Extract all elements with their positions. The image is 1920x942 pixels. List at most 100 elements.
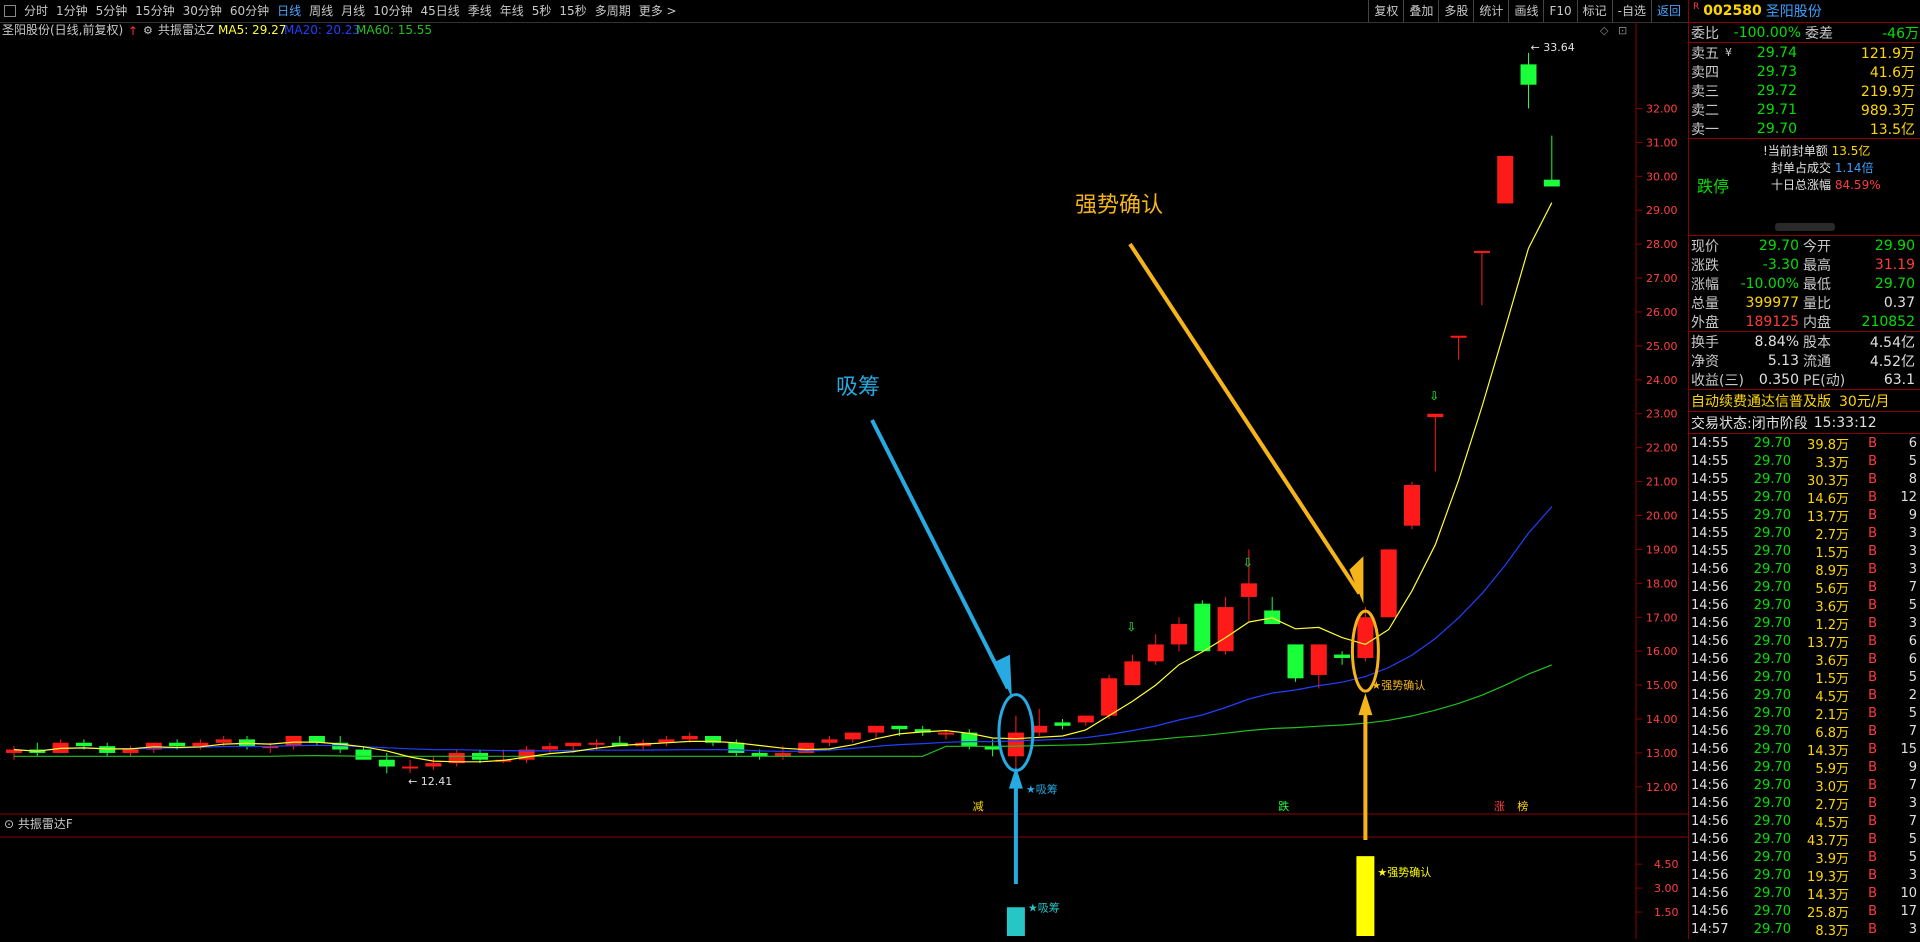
gear-icon[interactable]: ⚙ [143, 24, 153, 37]
tick-count: 7 [1908, 813, 1917, 829]
sub-indicator-name[interactable]: ⊙ 共振雷达F [4, 817, 73, 831]
period-tabs: 分时 1分钟 5分钟 15分钟 30分钟 60分钟 日线 周线 月线 10分钟 45日线 季线 年线 5秒… [20, 0, 681, 22]
sell-level-2[interactable]: 卖四 29.73 41.6万 [1689, 62, 1920, 81]
marker-jian: 减 [973, 800, 984, 813]
tab-5[interactable]: 60分钟 [226, 0, 273, 22]
tick-time: 14:56 [1691, 741, 1729, 757]
tick-count: 7 [1908, 723, 1917, 739]
tick-side: B [1868, 921, 1877, 937]
toolbar-button-5[interactable]: F10 [1543, 0, 1576, 22]
tab-12[interactable]: 年线 [496, 0, 528, 22]
tab-4[interactable]: 30分钟 [179, 0, 226, 22]
tab-8[interactable]: 月线 [337, 0, 369, 22]
stock-name[interactable]: 圣阳股份 [1766, 1, 1822, 21]
candle-body [541, 746, 558, 750]
stock-code[interactable]: 002580 [1703, 3, 1761, 19]
toolbar-button-0[interactable]: 复权 [1368, 0, 1403, 22]
toolbar-button-6[interactable]: 标记 [1576, 0, 1612, 22]
candle-body [169, 742, 186, 747]
accum-arrowhead [995, 654, 1012, 699]
candle-body [1380, 549, 1397, 618]
quote-value: 29.90 [1874, 237, 1915, 254]
tick-row: 14:55 29.70 13.7万 B 9 [1689, 506, 1920, 525]
tick-side: B [1868, 813, 1877, 829]
candle-body [588, 742, 605, 745]
tick-count: 2 [1908, 687, 1917, 703]
tab-6[interactable]: 日线 [273, 0, 305, 22]
tick-price: 29.70 [1753, 795, 1791, 811]
sell-level-3[interactable]: 卖三 29.72 219.9万 [1689, 81, 1920, 100]
sell-level-4[interactable]: 卖二 29.71 989.3万 [1689, 100, 1920, 119]
tick-volume: 6.8万 [1815, 725, 1849, 741]
sell-price: 29.71 [1756, 101, 1797, 118]
promo-price[interactable]: 30元/月 [1831, 391, 1890, 411]
tab-0[interactable]: 分时 [20, 0, 52, 22]
tab-10[interactable]: 45日线 [416, 0, 463, 22]
toolbar-button-7[interactable]: -自选 [1611, 0, 1651, 22]
tick-time: 14:56 [1691, 597, 1729, 613]
weicha-value: -46万 [1882, 25, 1919, 42]
tab-9[interactable]: 10分钟 [369, 0, 416, 22]
tick-list[interactable]: 14:55 29.70 39.8万 B 6 14:55 29.70 3.3万 B 5 14:55 29… [1689, 434, 1920, 939]
window-icon[interactable]: ⊡ [1618, 24, 1627, 37]
quote-label: 涨跌 [1691, 257, 1719, 274]
toolbar-button-1[interactable]: 叠加 [1403, 0, 1438, 22]
toolbar-button-8[interactable]: 返回 [1650, 0, 1686, 22]
toolbar-button-3[interactable]: 统计 [1473, 0, 1508, 22]
tick-row: 14:56 29.70 25.8万 B 17 [1689, 902, 1920, 921]
tick-row: 14:56 29.70 8.9万 B 3 [1689, 560, 1920, 579]
up-arrow-icon: ↑ [128, 24, 138, 38]
tab-3[interactable]: 15分钟 [131, 0, 178, 22]
tab-15[interactable]: 多周期 [591, 0, 635, 22]
tick-side: B [1868, 651, 1877, 667]
signal-arrow-icon: ⇩ [1429, 389, 1439, 403]
toolbar-button-2[interactable]: 多股 [1438, 0, 1473, 22]
tick-count: 5 [1908, 849, 1917, 865]
tick-volume: 43.7万 [1807, 833, 1849, 849]
promo-row[interactable]: 自动续费通达信普及版 30元/月 [1689, 390, 1920, 412]
tick-price: 29.70 [1753, 867, 1791, 883]
tick-price: 29.70 [1753, 543, 1791, 559]
tick-price: 29.70 [1753, 471, 1791, 487]
ma60-label: MA60: 15.55 [356, 23, 432, 37]
sell-level-5[interactable]: 卖一 29.70 13.5亿 [1689, 119, 1920, 138]
collapse-handle[interactable] [1775, 223, 1835, 231]
candle-body [681, 735, 698, 740]
quote-value: -3.30 [1762, 256, 1799, 273]
toolbar-menu-icon[interactable] [4, 5, 16, 17]
tick-count: 3 [1908, 795, 1917, 811]
tab-14[interactable]: 15秒 [555, 0, 590, 22]
quote-label: 外盘 [1691, 314, 1719, 331]
diamond-icon[interactable]: ◇ [1600, 24, 1609, 37]
ma5-label: MA5: 29.27 [218, 23, 286, 37]
quote-label: 今开 [1803, 238, 1831, 255]
tab-1[interactable]: 1分钟 [52, 0, 92, 22]
tick-volume: 5.6万 [1815, 581, 1849, 597]
tick-price: 29.70 [1753, 489, 1791, 505]
quote-value: 63.1 [1883, 371, 1915, 388]
sell-level-1[interactable]: 卖五 ¥29.74 121.9万 [1689, 43, 1920, 62]
promo-text[interactable]: 自动续费通达信普及版 [1689, 391, 1831, 411]
tick-row: 14:56 29.70 2.7万 B 3 [1689, 794, 1920, 813]
tab-7[interactable]: 周线 [305, 0, 337, 22]
indicator-name[interactable]: 共振雷达Z [158, 23, 214, 37]
tab-2[interactable]: 5分钟 [92, 0, 132, 22]
candle-body [821, 739, 838, 743]
tick-volume: 14.3万 [1807, 743, 1849, 759]
tick-count: 5 [1908, 831, 1917, 847]
stock-title: R 002580 圣阳股份 [1689, 0, 1920, 23]
candle-body [1334, 654, 1351, 658]
tick-price: 29.70 [1753, 615, 1791, 631]
tick-row: 14:56 29.70 5.9万 B 9 [1689, 758, 1920, 777]
toolbar-button-4[interactable]: 画线 [1508, 0, 1543, 22]
tab-16[interactable]: 更多 > [635, 0, 681, 22]
tick-time: 14:55 [1691, 435, 1729, 451]
kline-svg[interactable]: 12.00 13.00 14.00 15.00 16.00 17.00 18.00 19.00… [0, 22, 1688, 939]
candle-body [1497, 155, 1514, 204]
quote-table: 现价 29.70 今开 29.90 涨跌 -3.30 最高 31.19 涨幅 -10.00% 最低 2… [1689, 236, 1920, 390]
candle-body [355, 749, 372, 760]
tab-11[interactable]: 季线 [464, 0, 496, 22]
kline-chart[interactable]: 12.00 13.00 14.00 15.00 16.00 17.00 18.00 19.00… [0, 22, 1688, 939]
tab-13[interactable]: 5秒 [528, 0, 556, 22]
tick-volume: 3.6万 [1815, 653, 1849, 669]
